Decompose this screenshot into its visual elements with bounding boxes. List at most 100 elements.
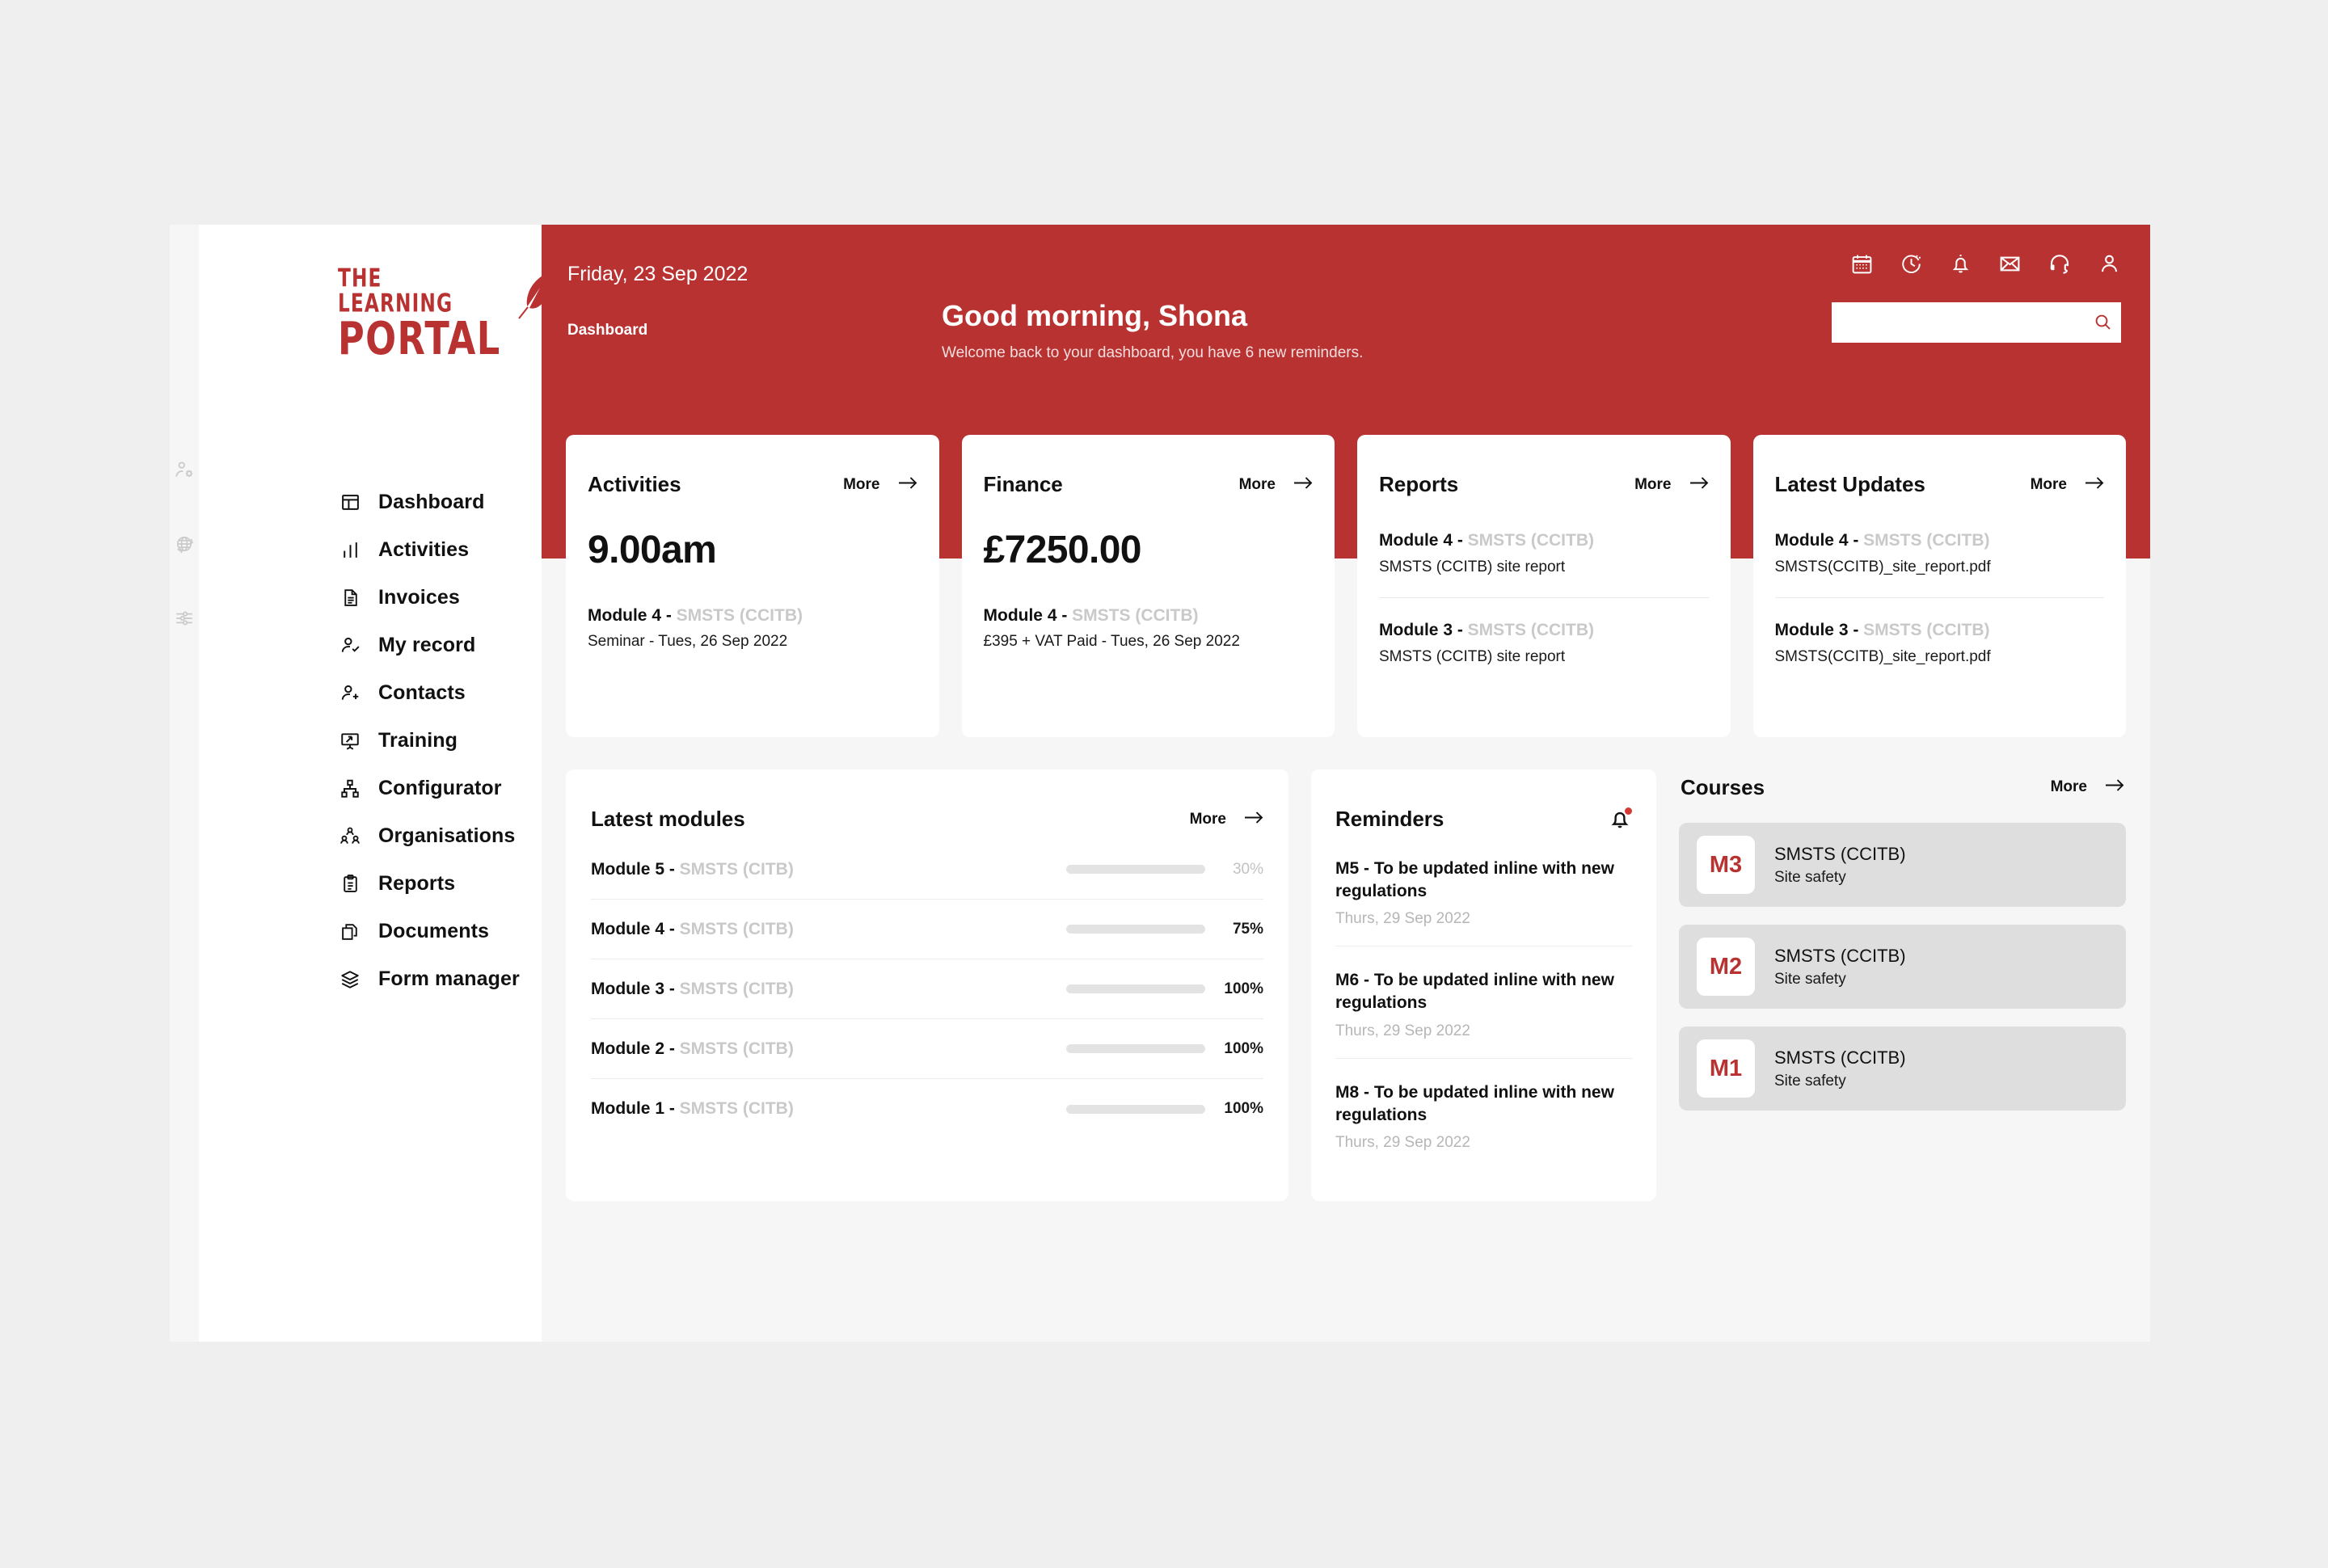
reminders-card: Reminders M5 - To be updated inline with… (1311, 769, 1656, 1201)
bar-chart-icon (338, 538, 362, 563)
sidebar-label-reports: Reports (378, 872, 456, 895)
course-badge: M2 (1697, 938, 1755, 996)
latest-modules-card: Latest modules More Module 5 - SMSTS (CI… (566, 769, 1288, 1201)
course-badge: M1 (1697, 1039, 1755, 1098)
sitemap-icon (338, 777, 362, 801)
reports-card: Reports More Module 4 - SMSTS (CCITB) SM… (1357, 435, 1731, 737)
sidebar-label-activities: Activities (378, 538, 470, 561)
module-row[interactable]: Module 2 - SMSTS (CITB) 100% (591, 1019, 1263, 1079)
finance-item-title: Module 4 - SMSTS (CCITB) (983, 606, 1199, 625)
course-item[interactable]: M3 SMSTS (CCITB) Site safety (1679, 823, 2126, 907)
courses-more-link[interactable]: More (2051, 778, 2124, 796)
reminder-item[interactable]: M5 - To be updated inline with new regul… (1335, 835, 1632, 928)
course-name: SMSTS (CCITB) (1774, 1047, 1906, 1068)
clipboard-lines-icon (338, 872, 362, 896)
arrow-right-icon (1689, 476, 1709, 494)
activities-stat: 9.00am (588, 529, 717, 571)
reminder-item[interactable]: M6 - To be updated inline with new regul… (1335, 946, 1632, 1039)
sidebar-item-dashboard[interactable]: Dashboard (338, 478, 572, 526)
sidebar-label-organisations: Organisations (378, 824, 516, 847)
arrow-right-icon (1244, 811, 1263, 828)
finance-more-link[interactable]: More (1239, 476, 1313, 494)
progress-label: 75% (1232, 920, 1263, 938)
progress-label: 100% (1224, 1100, 1263, 1117)
finance-card: Finance More £7250.00 Module 4 - SMSTS (… (961, 435, 1335, 737)
list-item[interactable]: Module 4 - SMSTS (CCITB) SMSTS(CCITB)_si… (1775, 528, 2105, 576)
course-name: SMSTS (CCITB) (1774, 945, 1906, 966)
reports-more-link[interactable]: More (1634, 476, 1708, 494)
arrow-right-icon (2085, 476, 2104, 494)
globe-refresh-icon[interactable] (173, 533, 196, 559)
user-settings-icon[interactable] (174, 459, 195, 484)
reports-card-title: Reports (1379, 472, 1459, 496)
progress-bar (1066, 1104, 1205, 1114)
app-logo[interactable]: THE LEARNING PORTAL ™ (338, 265, 566, 361)
sidebar-label-dashboard: Dashboard (378, 491, 485, 513)
user-check-icon (338, 634, 362, 658)
sidebar-item-contacts[interactable]: Contacts (338, 669, 548, 717)
logo-line-2: PORTAL (338, 312, 501, 366)
list-item[interactable]: Module 3 - SMSTS (CCITB) SMSTS(CCITB)_si… (1774, 597, 2104, 666)
presentation-icon (338, 729, 362, 753)
sidebar-item-reports[interactable]: Reports (338, 860, 548, 908)
sidebar-item-form-manager[interactable]: Form manager (338, 955, 548, 1003)
arrow-right-icon (2105, 778, 2124, 796)
top-card-row: Activities More 9.00am Module 4 - SMSTS … (566, 435, 2126, 737)
more-label: More (1238, 475, 1276, 493)
course-subtitle: Site safety (1774, 1072, 1846, 1090)
activities-more-link[interactable]: More (843, 476, 917, 494)
sidebar-item-configurator[interactable]: Configurator (338, 765, 548, 812)
sidebar-item-my-record[interactable]: My record (338, 622, 548, 669)
users-group-icon (338, 824, 362, 849)
latest-updates-card: Latest Updates More Module 4 - SMSTS (CC… (1752, 435, 2126, 737)
sidebar-label-configurator: Configurator (378, 777, 502, 799)
latest-modules-card-title: Latest modules (591, 807, 745, 831)
course-subtitle: Site safety (1774, 868, 1846, 886)
course-item[interactable]: M2 SMSTS (CCITB) Site safety (1679, 925, 2126, 1009)
sidebar-item-organisations[interactable]: Organisations (338, 812, 548, 860)
finance-item-sub: £395 + VAT Paid - Tues, 26 Sep 2022 (983, 633, 1240, 650)
sidebar-item-activities[interactable]: Activities (338, 526, 548, 574)
more-label: More (843, 475, 880, 493)
sidebar-label-invoices: Invoices (378, 586, 460, 609)
progress-bar (1066, 865, 1205, 874)
course-subtitle: Site safety (1774, 970, 1846, 988)
reminders-card-title: Reminders (1335, 807, 1444, 831)
sidebar-item-invoices[interactable]: Invoices (338, 574, 548, 622)
notification-dot (1625, 807, 1632, 815)
sidebar-item-documents[interactable]: Documents (338, 908, 548, 955)
arrow-right-icon (1293, 476, 1313, 494)
more-label: More (2050, 778, 2087, 795)
activities-item-title: Module 4 - SMSTS (CCITB) (588, 606, 803, 625)
module-row[interactable]: Module 1 - SMSTS (CITB) 100% (591, 1079, 1263, 1139)
finance-card-title: Finance (983, 472, 1063, 496)
progress-label: 30% (1232, 860, 1263, 878)
list-item[interactable]: Module 3 - SMSTS (CCITB) SMSTS (CCITB) s… (1379, 597, 1709, 666)
arrow-right-icon (898, 476, 917, 494)
progress-label: 100% (1224, 980, 1263, 997)
progress-label: 100% (1224, 1039, 1263, 1057)
reminder-item[interactable]: M8 - To be updated inline with new regul… (1335, 1057, 1632, 1152)
course-badge: M3 (1697, 836, 1755, 894)
course-item[interactable]: M1 SMSTS (CCITB) Site safety (1679, 1026, 2126, 1111)
app-window: THE LEARNING PORTAL ™ Dashboard (170, 225, 2150, 1342)
sliders-icon[interactable] (174, 608, 195, 633)
latest-updates-more-link[interactable]: More (2031, 476, 2104, 494)
bell-notification-icon[interactable] (1608, 807, 1632, 835)
progress-bar (1066, 984, 1205, 993)
sidebar-item-training[interactable]: Training (338, 717, 548, 765)
module-row[interactable]: Module 5 - SMSTS (CITB) 30% (591, 840, 1263, 900)
activities-card: Activities More 9.00am Module 4 - SMSTS … (566, 435, 939, 737)
document-lines-icon (338, 586, 362, 610)
module-row[interactable]: Module 4 - SMSTS (CITB) 75% (591, 900, 1263, 959)
sidebar-label-training: Training (378, 729, 458, 752)
finance-stat: £7250.00 (983, 529, 1142, 571)
list-item[interactable]: Module 4 - SMSTS (CCITB) SMSTS (CCITB) s… (1379, 528, 1709, 576)
module-row[interactable]: Module 3 - SMSTS (CITB) 100% (591, 959, 1263, 1019)
latest-modules-more-link[interactable]: More (1190, 811, 1263, 828)
activities-card-title: Activities (588, 472, 681, 496)
sidebar-nav: Dashboard Activities Invoices My record … (338, 478, 572, 1003)
latest-updates-card-title: Latest Updates (1774, 472, 1925, 496)
layers-icon (338, 967, 362, 992)
sidebar-label-documents: Documents (378, 920, 490, 942)
